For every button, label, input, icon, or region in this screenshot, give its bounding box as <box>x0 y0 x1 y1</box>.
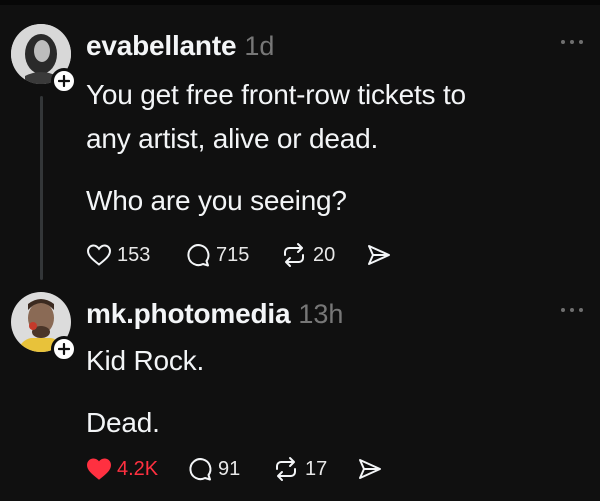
share-button[interactable] <box>366 240 392 270</box>
post-text-line: any artist, alive or dead. <box>86 123 379 154</box>
timestamp: 13h <box>298 299 344 329</box>
repost-icon <box>276 457 296 481</box>
thread-line <box>40 96 43 280</box>
comment-icon <box>187 244 210 267</box>
more-options-icon[interactable] <box>561 38 583 46</box>
share-button[interactable] <box>357 454 383 484</box>
like-button[interactable]: 4.2K <box>86 454 158 484</box>
like-count: 4.2K <box>117 457 159 480</box>
repost-button[interactable]: 17 <box>272 454 327 484</box>
follow-plus-button[interactable] <box>51 68 77 94</box>
top-edge <box>0 0 600 5</box>
reply-count: 715 <box>216 243 250 266</box>
username[interactable]: mk.photomedia <box>86 298 291 330</box>
post-header: mk.photomedia 13h <box>86 298 343 330</box>
send-icon <box>368 245 390 265</box>
follow-plus-button[interactable] <box>51 336 77 362</box>
post-header: evabellante 1d <box>86 30 274 62</box>
like-button[interactable]: 153 <box>86 240 150 270</box>
send-icon <box>359 459 381 479</box>
repost-count: 17 <box>305 457 328 480</box>
post-text-line: You get free front-row tickets to <box>86 79 466 110</box>
username[interactable]: evabellante <box>86 30 237 62</box>
repost-count: 20 <box>313 243 336 266</box>
reply-button[interactable]: 715 <box>185 240 249 270</box>
heart-filled-icon <box>86 458 112 480</box>
heart-icon <box>86 244 112 266</box>
timestamp: 1d <box>244 31 275 61</box>
post-text-line: Dead. <box>86 407 160 438</box>
repost-button[interactable]: 20 <box>280 240 335 270</box>
comment-icon <box>189 458 212 481</box>
reply-count: 91 <box>218 457 241 480</box>
more-options-icon[interactable] <box>561 306 583 314</box>
like-count: 153 <box>117 243 151 266</box>
reply-button[interactable]: 91 <box>187 454 240 484</box>
post-text-line: Kid Rock. <box>86 345 205 376</box>
repost-icon <box>284 243 304 267</box>
post-text-line: Who are you seeing? <box>86 185 347 216</box>
